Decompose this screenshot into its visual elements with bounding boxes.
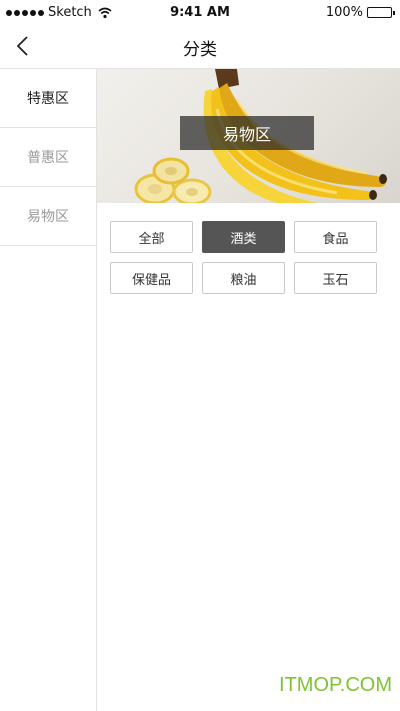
category-tag-liquor[interactable]: 酒类: [202, 221, 285, 253]
status-bar: Sketch 9:41 AM 100%: [0, 0, 400, 26]
sidebar-item-label: 普惠区: [27, 150, 69, 166]
category-grid: 全部 酒类 食品 保健品 粮油 玉石: [110, 221, 380, 294]
category-tag-food[interactable]: 食品: [294, 221, 377, 253]
category-banner[interactable]: 易物区: [97, 69, 400, 203]
sidebar-item-label: 易物区: [27, 209, 69, 225]
category-tag-jade[interactable]: 玉石: [294, 262, 377, 294]
sidebar-item-tehui[interactable]: 特惠区: [0, 69, 96, 128]
sidebar-item-label: 特惠区: [27, 91, 69, 107]
page-title: 分类: [183, 40, 217, 60]
battery-icon: [367, 7, 395, 18]
main-content: 易物区 全部 酒类 食品 保健品 粮油 玉石: [97, 69, 400, 711]
category-tag-health[interactable]: 保健品: [110, 262, 193, 294]
battery-percent: 100%: [325, 5, 363, 20]
nav-bar: 分类: [0, 26, 400, 69]
category-tag-grain-oil[interactable]: 粮油: [202, 262, 285, 294]
category-tag-all[interactable]: 全部: [110, 221, 193, 253]
watermark: ITMOP.COM: [279, 674, 392, 696]
sidebar-item-puhui[interactable]: 普惠区: [0, 128, 96, 187]
status-right: 100%: [325, 5, 395, 20]
banner-label: 易物区: [180, 116, 314, 150]
sidebar-item-yiwu[interactable]: 易物区: [0, 187, 96, 246]
category-sidebar: 特惠区 普惠区 易物区: [0, 69, 97, 711]
